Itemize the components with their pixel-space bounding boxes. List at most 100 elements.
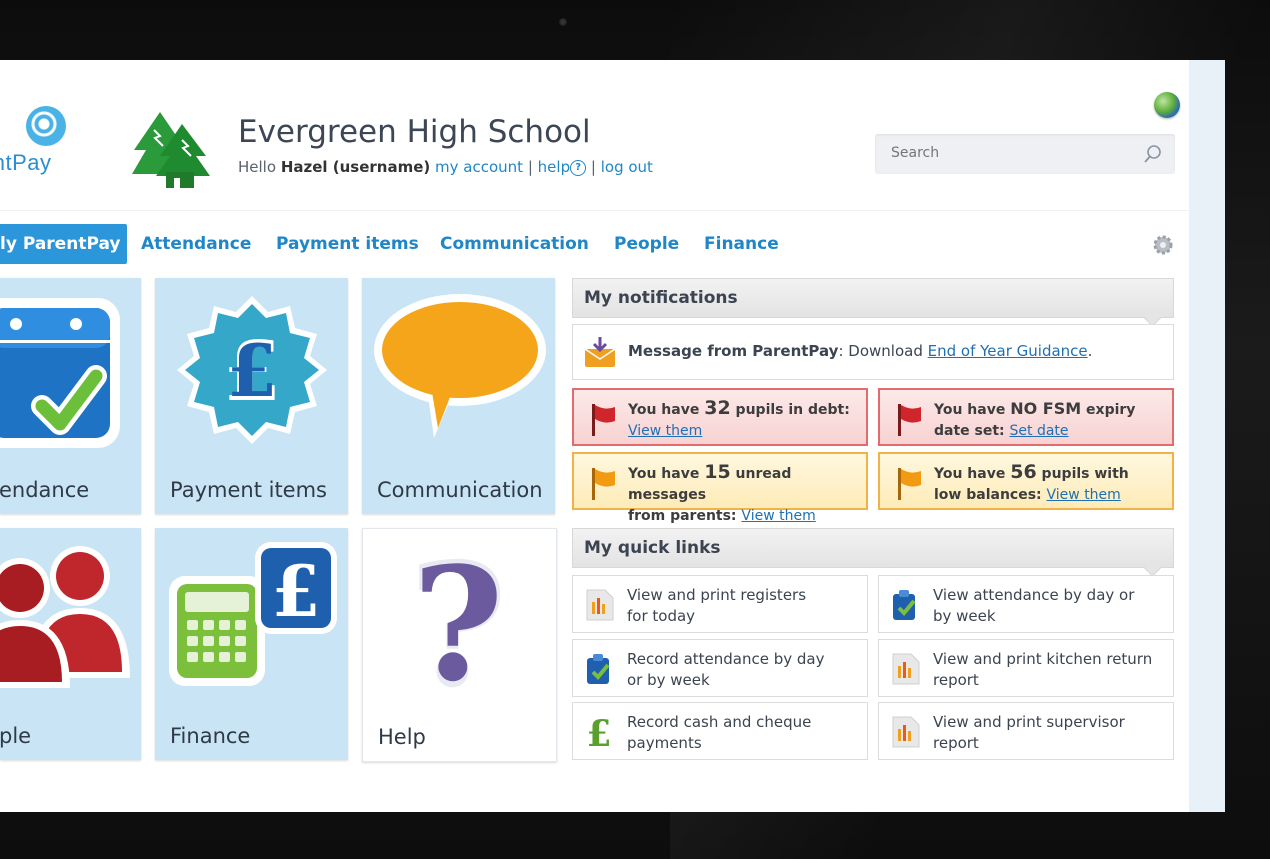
alert-post: pupils with xyxy=(1036,466,1129,482)
notifications-title: My notifications xyxy=(584,288,738,308)
alert-pre: You have xyxy=(628,466,705,482)
school-name: Evergreen High School xyxy=(238,114,591,150)
alert-text: You have 56 pupils with low balances: Vi… xyxy=(934,462,1129,506)
calendar-icon xyxy=(0,298,120,448)
speech-bubble-icon xyxy=(374,294,546,438)
logout-link[interactable]: log out xyxy=(601,158,653,176)
search-box[interactable] xyxy=(875,134,1175,174)
parentpay-logo[interactable]: entPay xyxy=(0,102,90,192)
tile-communication-label: Communication xyxy=(377,478,543,502)
help-circle-icon[interactable]: ? xyxy=(570,159,587,176)
tile-help-label: Help xyxy=(378,725,426,749)
alert-text: You have 32 pupils in debt: View them xyxy=(628,398,850,442)
quick-link-registers[interactable]: View and print registers for today xyxy=(572,575,868,633)
message-end: . xyxy=(1087,342,1093,360)
alert-unread-messages: You have 15 unread messages from parents… xyxy=(572,452,868,524)
tile-communication[interactable]: Communication xyxy=(362,278,555,514)
people-icon xyxy=(0,546,130,688)
alert-pre: You have xyxy=(934,402,1011,418)
tab-finance[interactable]: Finance xyxy=(704,224,779,264)
alert-fsm-expiry: You have NO FSM expiry date set: Set dat… xyxy=(878,388,1174,446)
gear-icon[interactable] xyxy=(1152,234,1174,256)
my-account-link[interactable]: my account xyxy=(435,158,523,176)
quick-link-line2: report xyxy=(933,671,979,689)
chart-doc-icon xyxy=(586,589,614,621)
tile-people[interactable]: ple xyxy=(0,528,141,760)
separator: | xyxy=(527,158,533,176)
tab-payment-items[interactable]: Payment items xyxy=(276,224,419,264)
tab-people[interactable]: People xyxy=(614,224,679,264)
tab-communication[interactable]: Communication xyxy=(440,224,589,264)
tab-attendance[interactable]: Attendance xyxy=(141,224,251,264)
svg-text:?: ? xyxy=(412,545,503,705)
alert-count: 56 xyxy=(1010,461,1037,483)
camera xyxy=(559,18,567,26)
clipboard-check-icon xyxy=(893,590,916,620)
quick-link-text: View and print registers for today xyxy=(627,585,806,627)
parentpay-message: Message from ParentPay: Download End of … xyxy=(572,324,1174,380)
alert-pupils-in-debt: You have 32 pupils in debt: View them xyxy=(572,388,868,446)
alert-pre: You have xyxy=(934,466,1011,482)
question-mark-icon: ? ? xyxy=(408,545,508,705)
view-low-balances-link[interactable]: View them xyxy=(1047,487,1121,503)
greeting-bar: Hello Hazel (username) my account | help… xyxy=(238,158,653,176)
tile-finance[interactable]: £ Finance xyxy=(155,528,348,760)
quick-links-title: My quick links xyxy=(584,538,721,558)
view-messages-link[interactable]: View them xyxy=(741,508,815,524)
tile-finance-label: Finance xyxy=(170,724,251,748)
quick-links-header: My quick links xyxy=(572,528,1174,577)
quick-link-line1: View and print supervisor xyxy=(933,713,1125,731)
quick-link-supervisor-report[interactable]: View and print supervisor report xyxy=(878,702,1174,760)
pound-icon: £ xyxy=(586,715,611,749)
school-tree-logo xyxy=(132,112,210,188)
quick-link-view-attendance[interactable]: View attendance by day or by week xyxy=(878,575,1174,633)
red-flag-icon xyxy=(592,404,615,436)
quick-link-line1: View and print kitchen return xyxy=(933,650,1153,668)
screen-side-panel xyxy=(1189,60,1225,812)
quick-link-line2: payments xyxy=(627,734,702,752)
help-link[interactable]: help xyxy=(538,158,570,176)
view-debt-link[interactable]: View them xyxy=(628,423,702,439)
guidance-link[interactable]: End of Year Guidance xyxy=(928,342,1088,360)
tab-my-parentpay[interactable]: ly ParentPay xyxy=(0,224,127,264)
greeting-prefix: Hello xyxy=(238,158,277,176)
tile-payment-items-label: Payment items xyxy=(170,478,327,502)
svg-text:£: £ xyxy=(272,550,321,633)
alert-low-balances: You have 56 pupils with low balances: Vi… xyxy=(878,452,1174,510)
alert-pre: You have xyxy=(628,402,705,418)
tile-people-label: ple xyxy=(0,724,32,748)
message-from: Message from ParentPay xyxy=(628,342,839,360)
quick-link-line2: for today xyxy=(627,607,696,625)
pound-badge-icon: £ £ xyxy=(177,296,327,444)
quick-link-kitchen-return[interactable]: View and print kitchen return report xyxy=(878,639,1174,697)
tile-attendance-label: endance xyxy=(0,478,90,502)
tile-payment-items[interactable]: £ £ Payment items xyxy=(155,278,348,514)
chart-doc-icon xyxy=(892,653,920,685)
alert-count: 32 xyxy=(704,397,731,419)
alert-line2: from parents: xyxy=(628,508,742,524)
envelope-download-icon xyxy=(584,337,616,367)
quick-link-cash-cheque[interactable]: £ Record cash and cheque payments xyxy=(572,702,868,760)
quick-link-text: Record attendance by day or by week xyxy=(627,649,825,691)
alert-post: expiry xyxy=(1081,402,1136,418)
quick-link-line2: by week xyxy=(933,607,996,625)
alert-text: You have NO FSM expiry date set: Set dat… xyxy=(934,398,1135,442)
quick-link-text: View attendance by day or by week xyxy=(933,585,1134,627)
message-text: Message from ParentPay: Download End of … xyxy=(628,342,1092,360)
search-icon[interactable] xyxy=(1143,144,1163,164)
alert-count: 15 xyxy=(704,461,731,483)
clipboard-check-icon xyxy=(587,654,610,684)
quick-link-text: View and print kitchen return report xyxy=(933,649,1152,691)
username: Hazel (username) xyxy=(280,158,431,176)
red-flag-icon xyxy=(898,404,921,436)
tile-attendance[interactable]: endance xyxy=(0,278,141,514)
globe-icon[interactable] xyxy=(1154,92,1180,118)
quick-link-text: View and print supervisor report xyxy=(933,712,1125,754)
tile-help[interactable]: ? ? Help xyxy=(362,528,557,762)
quick-link-line1: Record cash and cheque xyxy=(627,713,812,731)
quick-link-record-attendance[interactable]: Record attendance by day or by week xyxy=(572,639,868,697)
set-date-link[interactable]: Set date xyxy=(1010,423,1069,439)
search-input[interactable] xyxy=(889,144,1123,162)
header-divider xyxy=(0,210,1190,211)
notifications-header: My notifications xyxy=(572,278,1174,327)
